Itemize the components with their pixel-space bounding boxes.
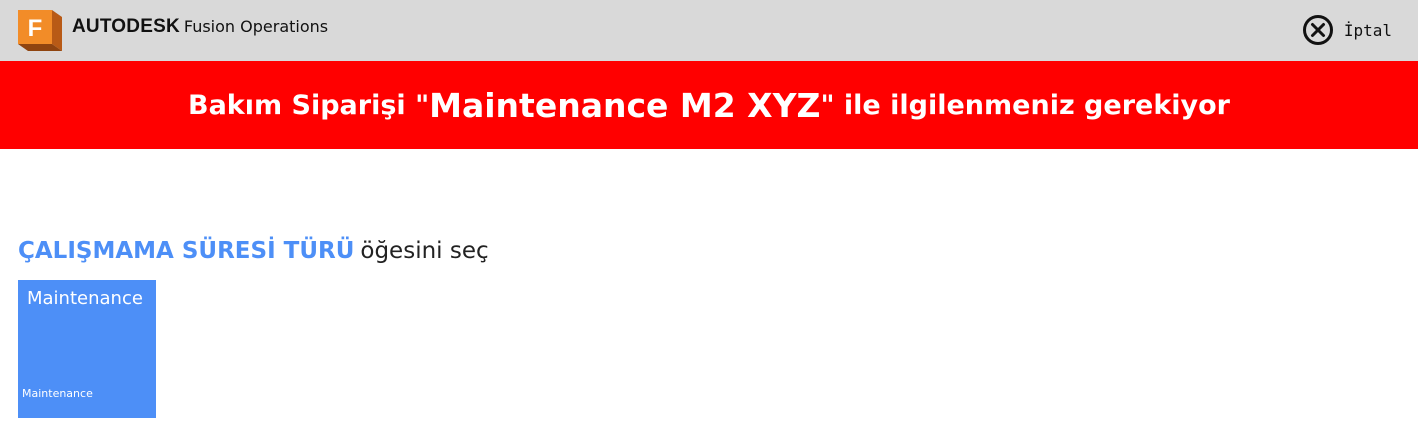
prompt-field-name: ÇALIŞMAMA SÜRESİ TÜRÜ [18, 238, 355, 264]
app-header: F AUTODESK Fusion Operations İptal [0, 0, 1418, 61]
banner-order-name: Maintenance M2 XYZ [429, 85, 821, 125]
brand-company: AUTODESK [72, 16, 180, 37]
banner-text-pre: Bakım Siparişi " [187, 89, 430, 121]
selection-prompt: ÇALIŞMAMA SÜRESİ TÜRÜ öğesini seç [18, 234, 489, 268]
option-tile-maintenance[interactable]: Maintenance Maintenance [18, 280, 156, 418]
banner-text-post: " ile ilgilenmeniz gerekiyor [820, 89, 1231, 121]
logo-letter: F [28, 15, 43, 42]
fusion-logo-icon: F [18, 10, 62, 51]
cancel-label[interactable]: İptal [1344, 21, 1392, 40]
option-tile-title: Maintenance [27, 288, 143, 309]
option-tile-subtitle: Maintenance [22, 387, 93, 400]
brand-product: Fusion Operations [183, 17, 329, 36]
prompt-rest: öğesini seç [360, 238, 489, 264]
brand-name: AUTODESK Fusion Operations [72, 15, 328, 39]
close-circle-icon[interactable] [1302, 14, 1334, 46]
attention-banner: Bakım Siparişi " Maintenance M2 XYZ " ile … [0, 61, 1418, 149]
cancel-button[interactable]: İptal [1302, 14, 1392, 46]
